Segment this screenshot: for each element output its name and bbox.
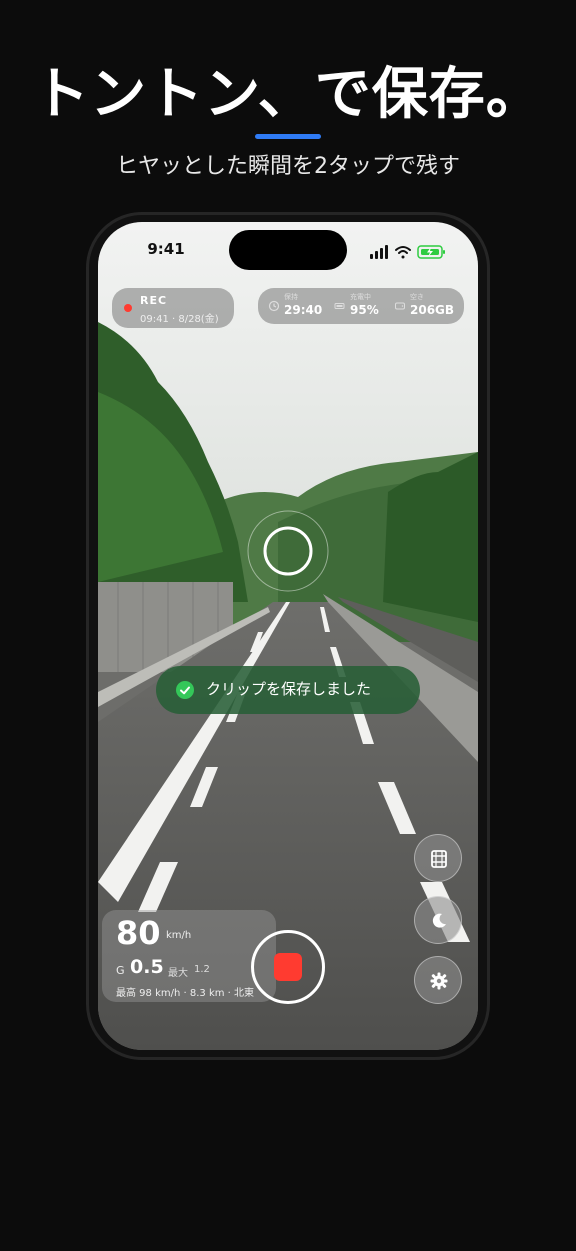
toast-message: クリップを保存しました xyxy=(206,680,372,698)
promo-subheadline: ヒヤッとした瞬間を2タップで残す xyxy=(116,154,460,179)
speed-unit: km/h xyxy=(166,930,192,941)
focus-ring xyxy=(247,510,329,592)
trip-summary: 最高 98 km/h · 8.3 km · 北東 xyxy=(116,988,255,999)
clips-button[interactable] xyxy=(414,834,462,882)
recording-label: REC xyxy=(140,294,168,307)
g-force-max-value: 1.2 xyxy=(194,964,210,975)
signal-icon xyxy=(370,245,388,259)
battery-charging-icon xyxy=(417,245,445,259)
stat-retention-label: 保持 xyxy=(284,293,298,301)
status-icons xyxy=(370,245,445,259)
film-icon xyxy=(431,850,447,868)
stat-retention-value: 29:40 xyxy=(284,303,323,317)
gear-icon xyxy=(430,972,448,990)
saved-toast: クリップを保存しました xyxy=(156,666,420,714)
g-force-value: 0.5 xyxy=(130,956,164,978)
wifi-icon xyxy=(395,246,411,259)
stat-storage-label: 空き xyxy=(410,293,424,301)
telemetry-card: 80 km/h G 0.5 最大 1.2 最高 98 km/h · 8.3 km… xyxy=(102,910,276,1002)
stat-storage-value: 206GB xyxy=(410,303,455,317)
recording-pill: REC 09:41 · 8/28(金) xyxy=(112,288,234,328)
battery-icon xyxy=(334,303,345,309)
recording-timestamp: 09:41 · 8/28(金) xyxy=(140,314,219,325)
phone-screen: 9:41 REC 09:41 · 8/28(金) 保持 29:40 充電中 95… xyxy=(98,222,478,1050)
settings-button[interactable] xyxy=(414,956,462,1004)
status-time: 9:41 xyxy=(147,240,185,258)
stat-battery-value: 95% xyxy=(350,303,379,317)
g-force-label: G xyxy=(116,964,125,977)
g-force-max-label: 最大 xyxy=(168,968,188,979)
stat-battery-label: 充電中 xyxy=(350,293,371,301)
promo-headline: トントン、で保存。 xyxy=(33,62,543,127)
stop-icon xyxy=(274,953,302,981)
record-stop-button[interactable] xyxy=(251,930,325,1004)
stats-pill: 保持 29:40 充電中 95% 空き 206GB xyxy=(258,288,464,324)
night-mode-button[interactable] xyxy=(414,896,462,944)
accent-bar xyxy=(255,134,321,139)
moon-icon xyxy=(432,913,446,928)
recording-dot xyxy=(124,304,132,312)
dynamic-island xyxy=(229,230,347,270)
check-circle-icon xyxy=(176,681,194,699)
speed-value: 80 xyxy=(116,914,161,952)
storage-icon xyxy=(395,302,405,310)
history-icon xyxy=(268,300,280,312)
